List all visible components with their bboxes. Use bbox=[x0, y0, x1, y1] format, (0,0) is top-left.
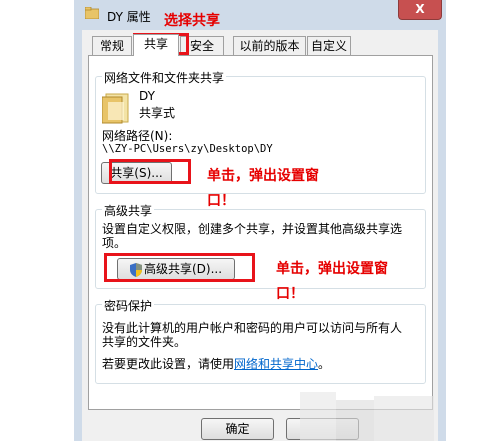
folder-icon bbox=[102, 93, 129, 124]
watermark-mosaic bbox=[300, 392, 336, 441]
tab-previous-versions[interactable]: 以前的版本 bbox=[233, 36, 306, 55]
title-bar[interactable]: DY 属性 X bbox=[74, 0, 446, 30]
watermark-mosaic bbox=[374, 396, 434, 441]
network-sharing-center-link[interactable]: 网络和共享中心 bbox=[234, 357, 318, 371]
advanced-share-title: 高级共享 bbox=[102, 202, 155, 219]
close-button[interactable]: X bbox=[398, 0, 442, 20]
advanced-button-highlight-box bbox=[104, 253, 255, 282]
tab-customize[interactable]: 自定义 bbox=[307, 36, 351, 55]
advanced-share-description-cont: 项。 bbox=[102, 236, 127, 250]
folder-status: 共享式 bbox=[139, 106, 176, 120]
password-protection-title: 密码保护 bbox=[102, 297, 155, 314]
tab-sharing[interactable]: 共享 bbox=[133, 34, 179, 56]
window-title: DY 属性 bbox=[107, 10, 151, 24]
annotation-click-popup-1-cont: 口！ bbox=[207, 193, 235, 209]
password-change-suffix: 。 bbox=[318, 357, 331, 371]
folder-icon bbox=[85, 7, 99, 19]
network-share-title: 网络文件和文件夹共享 bbox=[102, 69, 227, 86]
advanced-share-description: 设置自定义权限，创建多个共享，并设置其他高级共享选 bbox=[102, 222, 403, 236]
annotation-click-popup-2: 单击，弹出设置窗 bbox=[276, 261, 388, 277]
password-protection-text-cont: 共享的文件夹。 bbox=[102, 335, 187, 349]
sharing-panel: 网络文件和文件夹共享 DY 共享式 网络路径(N): \\ZY-PC\Users… bbox=[88, 55, 433, 410]
folder-name: DY bbox=[139, 89, 155, 103]
annotation-click-popup-2-cont: 口！ bbox=[276, 286, 304, 302]
watermark-mosaic bbox=[336, 400, 374, 441]
network-path-value: \\ZY-PC\Users\zy\Desktop\DY bbox=[102, 143, 273, 155]
ok-button[interactable]: 确定 bbox=[201, 418, 274, 440]
share-button-highlight-box bbox=[109, 159, 191, 184]
password-change-line: 若要更改此设置，请使用网络和共享中心。 bbox=[102, 355, 330, 372]
network-path-label: 网络路径(N): bbox=[102, 129, 173, 143]
password-change-prefix: 若要更改此设置，请使用 bbox=[102, 357, 235, 371]
annotation-click-popup-1: 单击，弹出设置窗 bbox=[207, 168, 319, 184]
password-protection-group: 密码保护 没有此计算机的用户帐户和密码的用户可以访问与所有人 共享的文件夹。 若… bbox=[95, 297, 426, 384]
annotation-select-share: 选择共享 bbox=[164, 13, 220, 29]
properties-window: DY 属性 X 常规 共享 安全 以前的版本 自定义 网络文件和文件夹共享 DY… bbox=[74, 0, 446, 441]
tab-general[interactable]: 常规 bbox=[92, 36, 132, 55]
